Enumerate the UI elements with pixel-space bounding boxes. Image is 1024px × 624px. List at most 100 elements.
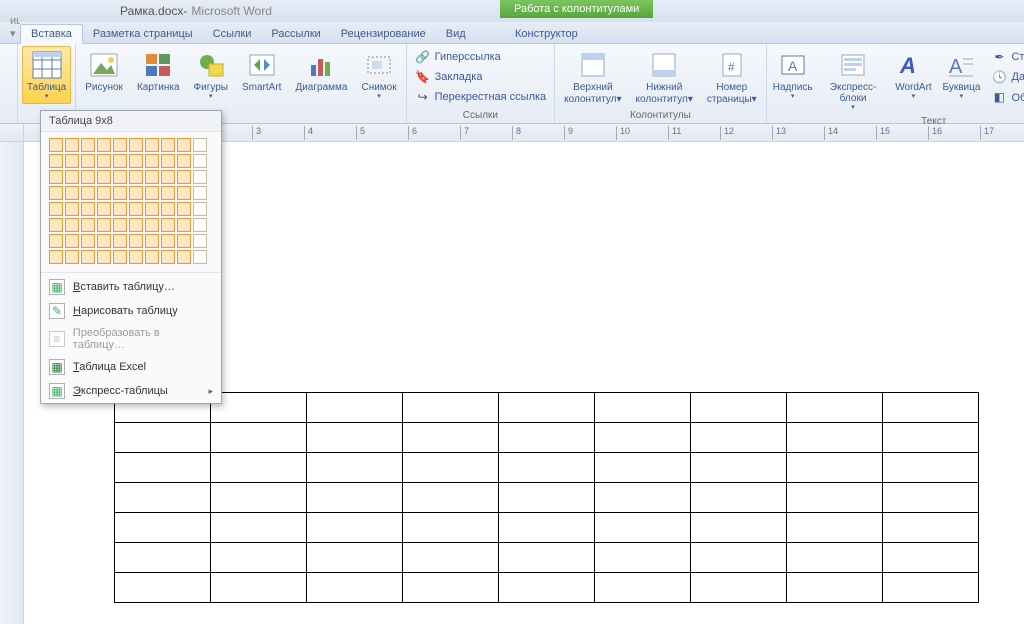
table-cell[interactable] [307,513,403,543]
picker-cell[interactable] [65,234,79,248]
table-cell[interactable] [787,573,883,603]
picker-cell[interactable] [81,170,95,184]
picker-cell[interactable] [81,202,95,216]
insert-table-item[interactable]: ▦Вставить таблицу… [41,275,221,299]
picker-cell[interactable] [145,170,159,184]
picker-cell[interactable] [81,154,95,168]
table-cell[interactable] [115,453,211,483]
table-cell[interactable] [499,483,595,513]
picker-cell[interactable] [193,154,207,168]
table-cell[interactable] [115,483,211,513]
table-cell[interactable] [211,543,307,573]
picker-cell[interactable] [177,202,191,216]
picker-cell[interactable] [177,170,191,184]
picker-cell[interactable] [129,138,143,152]
table-cell[interactable] [691,483,787,513]
picker-cell[interactable] [177,186,191,200]
picker-cell[interactable] [81,218,95,232]
wordart-button[interactable]: A WordArt [891,46,935,104]
signature-line-button[interactable]: ✒Строка подписи [987,48,1024,66]
table-cell[interactable] [787,513,883,543]
table-cell[interactable] [307,453,403,483]
table-cell[interactable] [307,573,403,603]
chart-button[interactable]: Диаграмма [290,46,352,96]
shapes-button[interactable]: Фигуры [189,46,233,104]
picker-cell[interactable] [161,186,175,200]
picker-cell[interactable] [49,250,63,264]
picker-cell[interactable] [97,202,111,216]
picker-cell[interactable] [145,250,159,264]
hyperlink-button[interactable]: 🔗Гиперссылка [411,48,551,66]
table-cell[interactable] [883,543,979,573]
table-cell[interactable] [211,483,307,513]
tab-page-layout[interactable]: Разметка страницы [83,25,203,43]
picker-cell[interactable] [161,250,175,264]
picker-cell[interactable] [193,218,207,232]
table-cell[interactable] [307,393,403,423]
table-cell[interactable] [787,483,883,513]
vertical-ruler[interactable] [0,142,24,624]
table-cell[interactable] [499,543,595,573]
clipart-button[interactable]: Картинка [132,46,185,96]
picker-cell[interactable] [81,250,95,264]
page-number-button[interactable]: # Номер страницы▾ [702,46,762,108]
table-cell[interactable] [115,513,211,543]
picker-cell[interactable] [161,218,175,232]
picker-cell[interactable] [161,234,175,248]
picture-button[interactable]: Рисунок [80,46,128,96]
picker-cell[interactable] [177,218,191,232]
header-button[interactable]: Верхний колонтитул▾ [559,46,626,108]
picker-cell[interactable] [113,250,127,264]
table-cell[interactable] [883,393,979,423]
table-cell[interactable] [499,573,595,603]
smartart-button[interactable]: SmartArt [237,46,286,96]
picker-cell[interactable] [145,218,159,232]
table-cell[interactable] [595,423,691,453]
table-cell[interactable] [403,393,499,423]
quickparts-button[interactable]: Экспресс-блоки [819,46,888,115]
table-cell[interactable] [499,453,595,483]
quick-tables-item[interactable]: ▦Экспресс-таблицы [41,379,221,403]
tab-constructor[interactable]: Конструктор [505,25,588,43]
picker-cell[interactable] [193,186,207,200]
picker-cell[interactable] [193,138,207,152]
picker-cell[interactable] [113,186,127,200]
table-cell[interactable] [787,423,883,453]
picker-cell[interactable] [193,250,207,264]
picker-cell[interactable] [49,170,63,184]
textbox-button[interactable]: A Надпись [771,46,815,104]
table-cell[interactable] [883,423,979,453]
picker-cell[interactable] [49,138,63,152]
table-cell[interactable] [787,543,883,573]
table-cell[interactable] [403,423,499,453]
table-cell[interactable] [595,453,691,483]
table-cell[interactable] [883,453,979,483]
table-cell[interactable] [595,483,691,513]
picker-cell[interactable] [129,250,143,264]
table-size-picker[interactable] [41,132,221,270]
picker-cell[interactable] [49,234,63,248]
table-cell[interactable] [403,513,499,543]
table-cell[interactable] [499,393,595,423]
table-button[interactable]: Таблица [22,46,71,104]
picker-cell[interactable] [161,170,175,184]
picker-cell[interactable] [113,234,127,248]
picker-cell[interactable] [177,250,191,264]
picker-cell[interactable] [145,186,159,200]
table-cell[interactable] [403,483,499,513]
picker-cell[interactable] [49,186,63,200]
table-cell[interactable] [691,453,787,483]
table-cell[interactable] [595,573,691,603]
picker-cell[interactable] [129,170,143,184]
picker-cell[interactable] [113,202,127,216]
picker-cell[interactable] [113,218,127,232]
table-cell[interactable] [307,543,403,573]
picker-cell[interactable] [193,234,207,248]
draw-table-item[interactable]: ✎Нарисовать таблицу [41,299,221,323]
table-cell[interactable] [403,543,499,573]
picker-cell[interactable] [129,218,143,232]
picker-cell[interactable] [65,218,79,232]
picker-cell[interactable] [97,170,111,184]
excel-table-item[interactable]: ▦Таблица Excel [41,355,221,379]
picker-cell[interactable] [129,234,143,248]
